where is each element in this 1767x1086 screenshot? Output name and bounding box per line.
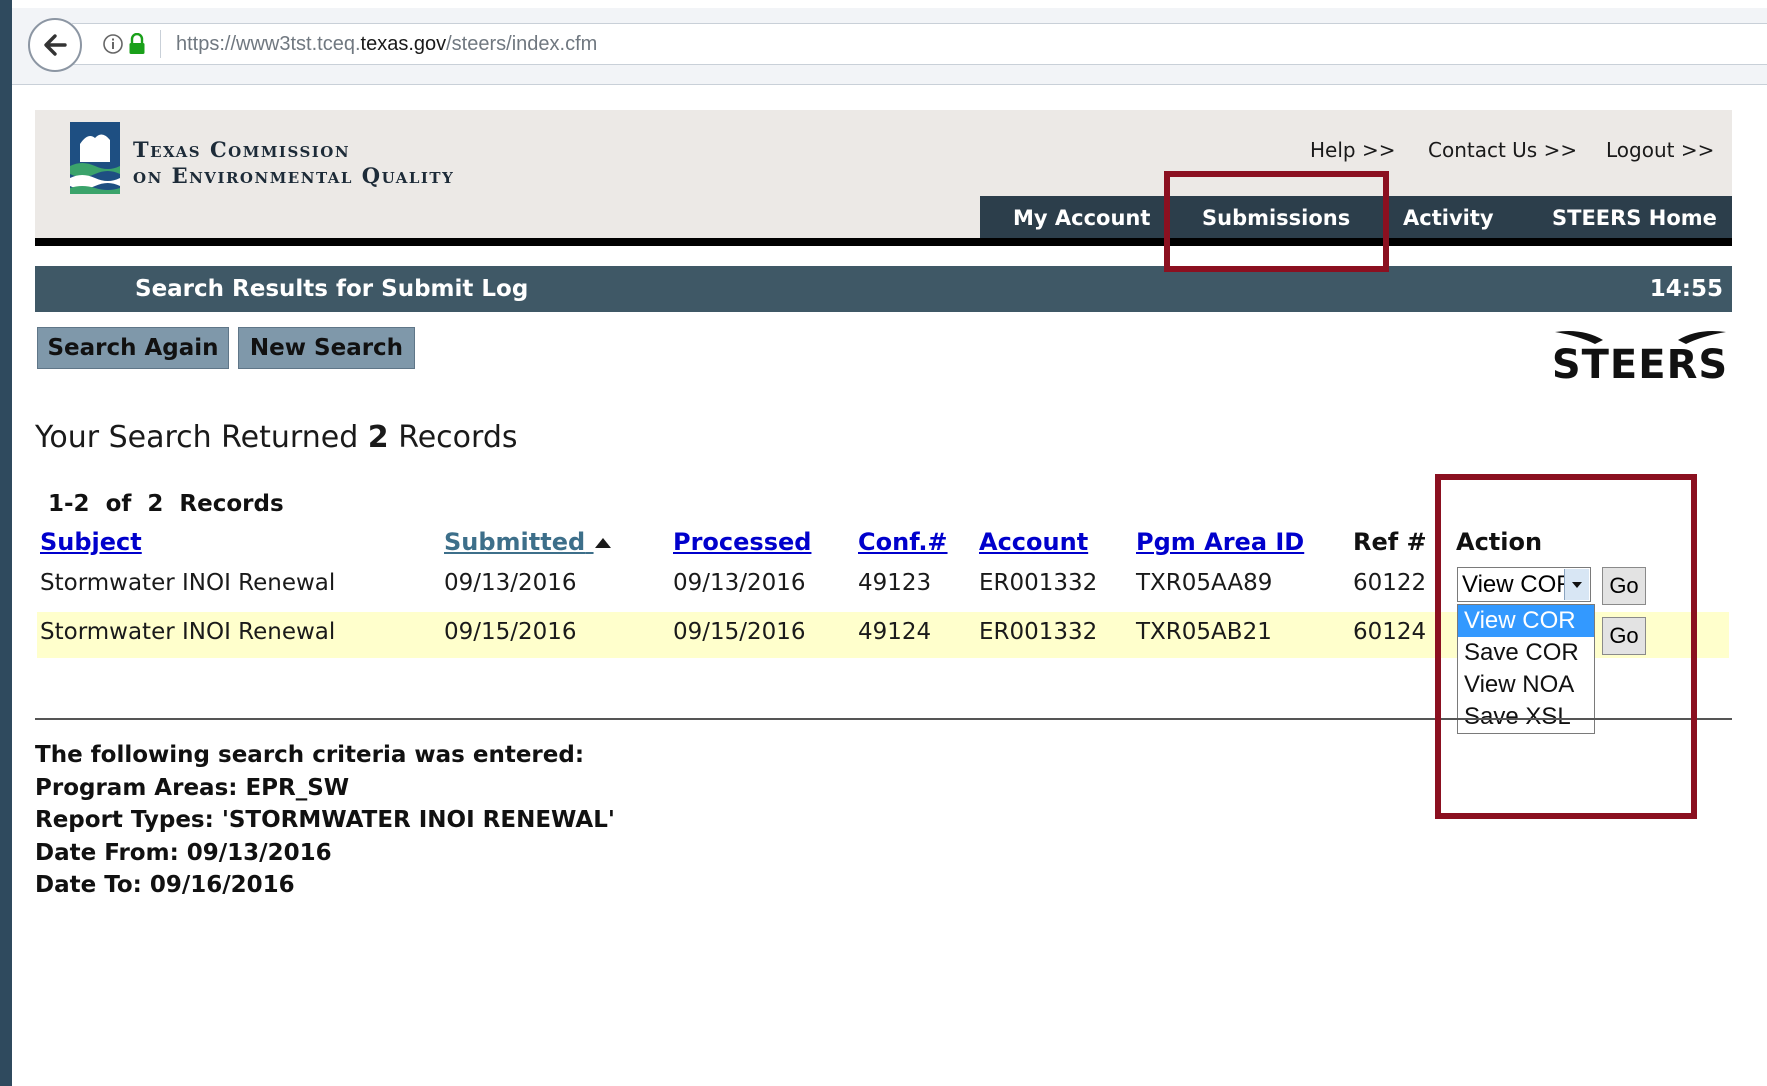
cell-submitted: 09/13/2016 (444, 570, 577, 596)
session-clock: 14:55 (1649, 276, 1723, 302)
url-field[interactable]: https://www3tst.tceq.texas.gov/steers/in… (72, 23, 1767, 65)
cell-account: ER001332 (979, 619, 1098, 645)
steers-logo-icon: STEERS (1553, 331, 1728, 388)
contact-us-link[interactable]: Contact Us >> (1428, 138, 1577, 162)
arrow-left-icon (44, 34, 67, 56)
highlight-box-submissions (1164, 171, 1389, 272)
criteria-program-areas: Program Areas: EPR_SW (35, 774, 350, 801)
col-submitted[interactable]: Submitted (444, 528, 612, 556)
address-separator (160, 30, 161, 58)
cell-ref: 60124 (1353, 619, 1427, 645)
col-conf[interactable]: Conf.# (858, 528, 948, 556)
search-again-button[interactable]: Search Again (37, 327, 229, 369)
search-criteria: The following search criteria was entere… (35, 739, 615, 902)
page-title-bar: Search Results for Submit Log 14:55 (35, 266, 1732, 312)
url-text[interactable]: https://www3tst.tceq.texas.gov/steers/in… (176, 33, 597, 56)
new-search-button[interactable]: New Search (238, 327, 415, 369)
col-account[interactable]: Account (979, 528, 1088, 556)
back-button[interactable] (28, 18, 82, 72)
logout-link[interactable]: Logout >> (1606, 138, 1714, 162)
nav-steers-home[interactable]: STEERS Home (1552, 206, 1717, 230)
cell-subject: Stormwater INOI Renewal (40, 570, 336, 596)
cell-pgm-area: TXR05AB21 (1136, 619, 1272, 645)
col-subject[interactable]: Subject (40, 528, 142, 556)
tceq-logo-icon[interactable] (70, 122, 120, 194)
lock-icon (129, 33, 145, 54)
criteria-date-to: Date To: 09/16/2016 (35, 872, 295, 898)
cell-submitted: 09/15/2016 (444, 619, 577, 645)
highlight-box-action (1435, 474, 1697, 819)
record-range: 1-2 of 2 Records (48, 491, 284, 517)
cell-ref: 60122 (1353, 570, 1427, 596)
cell-account: ER001332 (979, 570, 1098, 596)
col-pgm-area-id[interactable]: Pgm Area ID (1136, 528, 1304, 556)
cell-pgm-area: TXR05AA89 (1136, 570, 1273, 596)
criteria-intro: The following search criteria was entere… (35, 742, 585, 768)
results-summary: Your Search Returned 2 Records (35, 420, 518, 455)
header-divider (35, 238, 1732, 246)
help-link[interactable]: Help >> (1310, 138, 1395, 162)
page-title: Search Results for Submit Log (135, 276, 529, 302)
cell-processed: 09/15/2016 (673, 619, 806, 645)
criteria-report-types: Report Types: 'STORMWATER INOI RENEWAL' (35, 807, 615, 833)
browser-address-bar: https://www3tst.tceq.texas.gov/steers/in… (12, 8, 1767, 85)
cell-conf: 49124 (858, 619, 932, 645)
col-ref: Ref # (1353, 528, 1427, 556)
nav-activity[interactable]: Activity (1403, 206, 1494, 230)
cell-processed: 09/13/2016 (673, 570, 806, 596)
col-processed[interactable]: Processed (673, 528, 811, 556)
org-name[interactable]: Texas Commission on Environmental Qualit… (133, 137, 454, 189)
cell-subject: Stormwater INOI Renewal (40, 619, 336, 645)
info-icon[interactable] (102, 33, 124, 55)
svg-text:STEERS: STEERS (1553, 342, 1728, 388)
criteria-date-from: Date From: 09/13/2016 (35, 839, 332, 866)
nav-my-account[interactable]: My Account (1013, 206, 1150, 230)
sort-ascending-icon (594, 538, 611, 548)
cell-conf: 49123 (858, 570, 932, 596)
